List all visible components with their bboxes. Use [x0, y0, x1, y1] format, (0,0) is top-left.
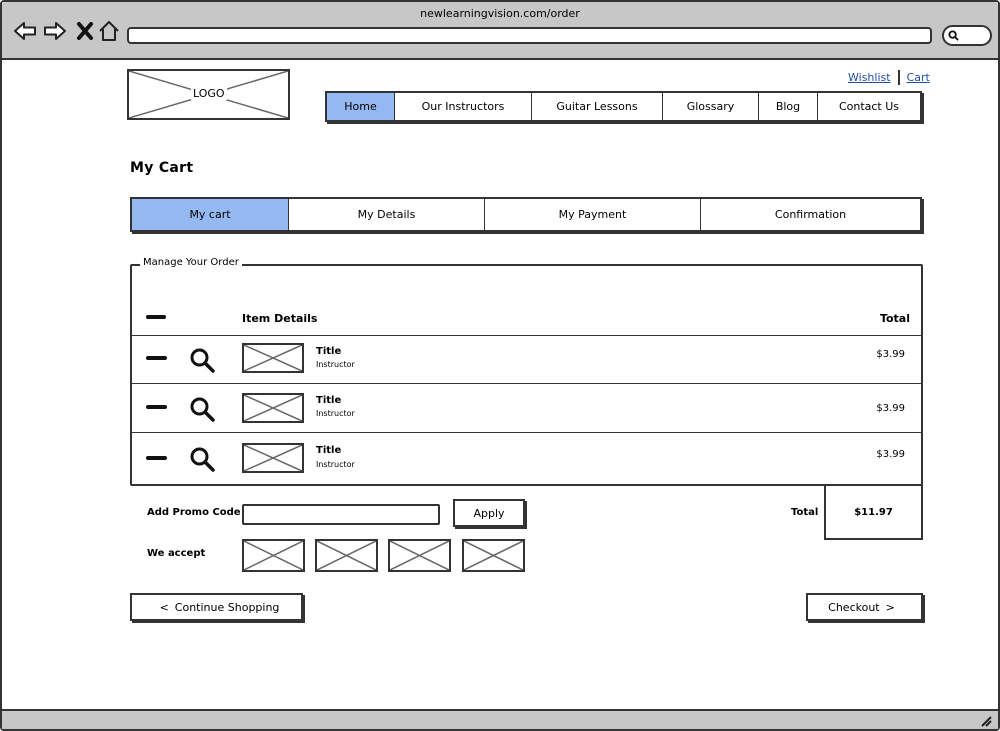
item-thumbnail — [242, 393, 304, 423]
magnify-icon[interactable] — [189, 446, 215, 472]
status-bar — [2, 709, 998, 729]
item-instructor: Instructor — [316, 460, 355, 469]
link-divider — [897, 70, 900, 85]
total-value: $11.97 — [824, 484, 923, 540]
home-icon[interactable] — [97, 19, 121, 43]
browser-window: newlearningvision.com/order LOGO Wishlis… — [0, 0, 1000, 731]
item-instructor: Instructor — [316, 409, 355, 418]
remove-all-icon[interactable] — [146, 315, 166, 319]
apply-button[interactable]: Apply — [453, 499, 525, 527]
item-price: $3.99 — [876, 449, 905, 460]
item-thumbnail — [242, 343, 304, 373]
resize-grip-icon[interactable] — [980, 715, 992, 727]
browser-search-field[interactable] — [942, 25, 992, 46]
continue-shopping-button[interactable]: < Continue Shopping — [130, 593, 303, 621]
page-title: My Cart — [130, 160, 194, 176]
table-row: Title Instructor $3.99 — [132, 383, 921, 432]
chevron-left-icon: < — [159, 600, 169, 614]
remove-item-icon[interactable] — [146, 456, 167, 460]
continue-shopping-label: Continue Shopping — [174, 600, 280, 614]
promo-code-input[interactable] — [242, 504, 440, 525]
table-row: Title Instructor $3.99 — [132, 432, 921, 484]
item-price: $3.99 — [876, 349, 905, 360]
column-header-item-details: Item Details — [242, 312, 318, 325]
remove-item-icon[interactable] — [146, 356, 167, 360]
step-confirmation[interactable]: Confirmation — [701, 199, 920, 230]
nav-item-contact-us[interactable]: Contact Us — [818, 93, 920, 120]
nav-item-blog[interactable]: Blog — [759, 93, 818, 120]
logo-text: LOGO — [191, 87, 227, 100]
forward-arrow-icon[interactable] — [43, 19, 67, 43]
table-row: Title Instructor $3.99 — [132, 335, 921, 383]
group-legend: Manage Your Order — [140, 257, 242, 268]
chevron-right-icon: > — [885, 600, 895, 614]
nav-item-guitar-lessons[interactable]: Guitar Lessons — [532, 93, 663, 120]
main-navigation: Home Our Instructors Guitar Lessons Glos… — [325, 91, 922, 122]
item-instructor: Instructor — [316, 360, 355, 369]
remove-item-icon[interactable] — [146, 405, 167, 409]
checkout-button[interactable]: Checkout > — [806, 593, 923, 621]
logo-placeholder[interactable]: LOGO — [127, 69, 290, 120]
item-title: Title — [316, 346, 342, 357]
wishlist-link[interactable]: Wishlist — [848, 71, 891, 84]
magnify-icon[interactable] — [189, 347, 215, 373]
step-my-cart[interactable]: My cart — [132, 199, 289, 230]
back-arrow-icon[interactable] — [13, 19, 37, 43]
we-accept-label: We accept — [147, 548, 206, 559]
step-my-details[interactable]: My Details — [289, 199, 485, 230]
nav-item-our-instructors[interactable]: Our Instructors — [395, 93, 532, 120]
item-price: $3.99 — [876, 403, 905, 414]
payment-method-image — [315, 539, 378, 572]
payment-method-image — [242, 539, 305, 572]
total-label: Total — [791, 507, 819, 518]
checkout-steps: My cart My Details My Payment Confirmati… — [130, 197, 922, 232]
close-x-icon[interactable] — [74, 19, 98, 43]
cart-link[interactable]: Cart — [907, 71, 930, 84]
item-title: Title — [316, 445, 342, 456]
step-my-payment[interactable]: My Payment — [485, 199, 701, 230]
magnify-icon[interactable] — [189, 396, 215, 422]
payment-method-image — [462, 539, 525, 572]
item-thumbnail — [242, 443, 304, 473]
payment-method-image — [388, 539, 451, 572]
item-title: Title — [316, 395, 342, 406]
search-icon — [948, 30, 959, 41]
url-title: newlearningvision.com/order — [420, 7, 580, 20]
address-bar[interactable] — [127, 27, 932, 44]
browser-toolbar: newlearningvision.com/order — [2, 2, 998, 60]
promo-code-label: Add Promo Code — [147, 507, 241, 518]
nav-item-glossary[interactable]: Glossary — [663, 93, 759, 120]
checkout-label: Checkout — [828, 600, 880, 614]
utility-links: Wishlist Cart — [848, 70, 930, 85]
nav-item-home[interactable]: Home — [327, 93, 395, 120]
column-header-total: Total — [879, 312, 910, 325]
